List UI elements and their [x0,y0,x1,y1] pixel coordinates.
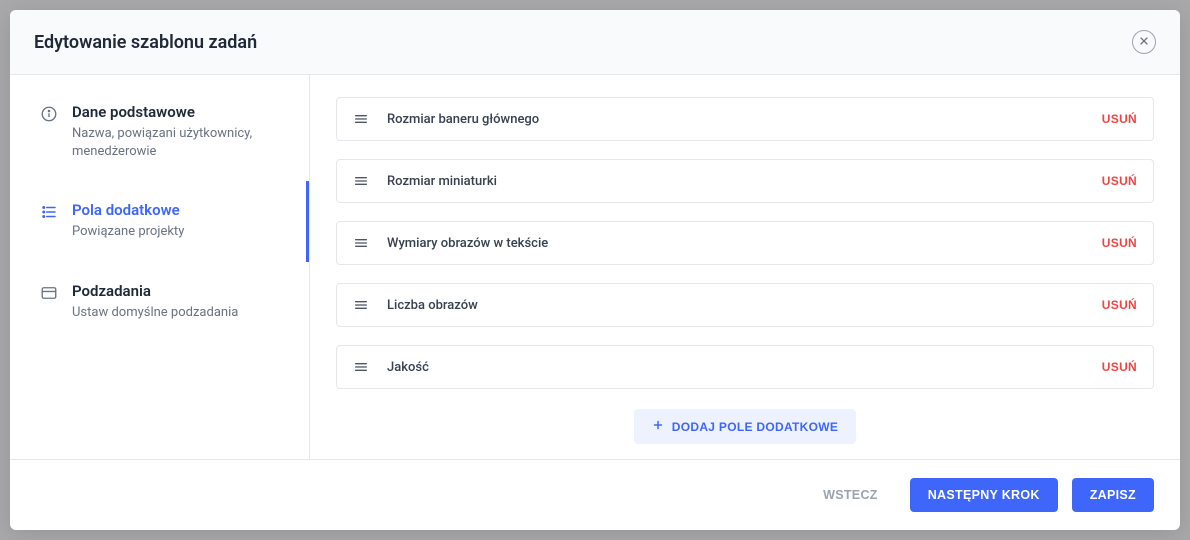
sidebar-item-sub: Powiązane projekty [72,223,282,241]
field-name: Rozmiar miniaturki [387,174,1102,189]
sidebar-item-texts: Pola dodatkowe Powiązane projekty [72,201,282,241]
sidebar-item-texts: Dane podstawowe Nazwa, powiązani użytkow… [72,103,282,161]
back-button[interactable]: WSTECZ [805,478,896,512]
field-row: Wymiary obrazów w tekście USUŃ [336,221,1154,265]
close-icon [1138,35,1150,50]
drag-handle-icon[interactable] [353,235,369,251]
sidebar-item-subtasks[interactable]: Podzadania Ustaw domyślne podzadania [10,262,309,342]
field-name: Liczba obrazów [387,298,1102,313]
modal-header: Edytowanie szablonu zadań [10,10,1180,75]
sidebar-item-basic-data[interactable]: Dane podstawowe Nazwa, powiązani użytkow… [10,83,309,181]
card-icon [40,284,58,302]
add-field-label: DODAJ POLE DODATKOWE [672,420,838,434]
sidebar-item-sub: Ustaw domyślne podzadania [72,304,282,322]
modal: Edytowanie szablonu zadań Dane podstawow… [10,10,1180,530]
sidebar-item-texts: Podzadania Ustaw domyślne podzadania [72,282,282,322]
save-button[interactable]: ZAPISZ [1072,478,1154,512]
plus-icon [652,419,664,434]
field-row: Liczba obrazów USUŃ [336,283,1154,327]
drag-handle-icon[interactable] [353,297,369,313]
content-area: Rozmiar baneru głównego USUŃ Rozmiar min… [310,75,1180,459]
field-name: Rozmiar baneru głównego [387,112,1102,127]
sidebar-item-custom-fields[interactable]: Pola dodatkowe Powiązane projekty [10,181,309,261]
add-row-container: DODAJ POLE DODATKOWE [336,409,1154,444]
drag-handle-icon[interactable] [353,111,369,127]
modal-body: Dane podstawowe Nazwa, powiązani użytkow… [10,75,1180,459]
sidebar-item-label: Dane podstawowe [72,103,282,121]
sidebar-item-label: Podzadania [72,282,282,300]
modal-footer: WSTECZ NASTĘPNY KROK ZAPISZ [10,459,1180,530]
list-icon [40,203,58,221]
drag-handle-icon[interactable] [353,359,369,375]
delete-button[interactable]: USUŃ [1102,360,1137,374]
drag-handle-icon[interactable] [353,173,369,189]
sidebar-item-sub: Nazwa, powiązani użytkownicy, menedżerow… [72,125,282,161]
delete-button[interactable]: USUŃ [1102,298,1137,312]
add-field-button[interactable]: DODAJ POLE DODATKOWE [634,409,856,444]
next-step-button[interactable]: NASTĘPNY KROK [910,478,1058,512]
delete-button[interactable]: USUŃ [1102,174,1137,188]
field-row: Rozmiar miniaturki USUŃ [336,159,1154,203]
field-row: Jakość USUŃ [336,345,1154,389]
info-icon [40,105,58,123]
field-list: Rozmiar baneru głównego USUŃ Rozmiar min… [336,97,1154,389]
field-name: Wymiary obrazów w tekście [387,236,1102,251]
field-name: Jakość [387,360,1102,375]
delete-button[interactable]: USUŃ [1102,236,1137,250]
delete-button[interactable]: USUŃ [1102,112,1137,126]
sidebar-item-label: Pola dodatkowe [72,201,282,219]
field-row: Rozmiar baneru głównego USUŃ [336,97,1154,141]
modal-title: Edytowanie szablonu zadań [34,32,257,53]
sidebar: Dane podstawowe Nazwa, powiązani użytkow… [10,75,310,459]
close-button[interactable] [1132,30,1156,54]
